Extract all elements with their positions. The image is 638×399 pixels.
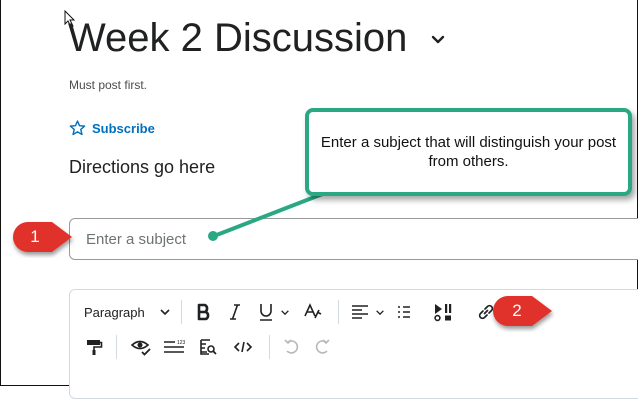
callout-text: Enter a subject that will distinguish yo… xyxy=(320,134,617,170)
marker-2-label: 2 xyxy=(512,301,522,320)
step-marker-2: 2 xyxy=(490,294,556,332)
step-marker-1: 1 xyxy=(10,220,76,258)
marker-1-label: 1 xyxy=(30,227,40,246)
instruction-callout: Enter a subject that will distinguish yo… xyxy=(305,108,632,196)
